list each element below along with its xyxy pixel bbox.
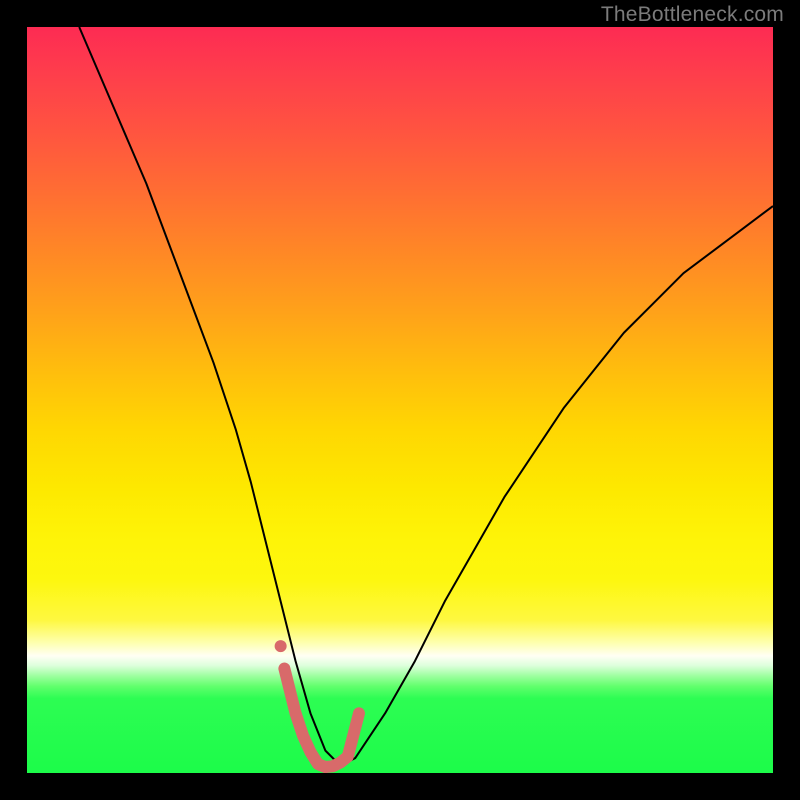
floor-highlight-path bbox=[284, 669, 359, 767]
bottleneck-curve-path bbox=[79, 27, 773, 766]
chart-svg bbox=[27, 27, 773, 773]
chart-frame: TheBottleneck.com bbox=[0, 0, 800, 800]
plot-area bbox=[27, 27, 773, 773]
watermark-text: TheBottleneck.com bbox=[601, 3, 784, 27]
floor-dot bbox=[275, 640, 287, 652]
